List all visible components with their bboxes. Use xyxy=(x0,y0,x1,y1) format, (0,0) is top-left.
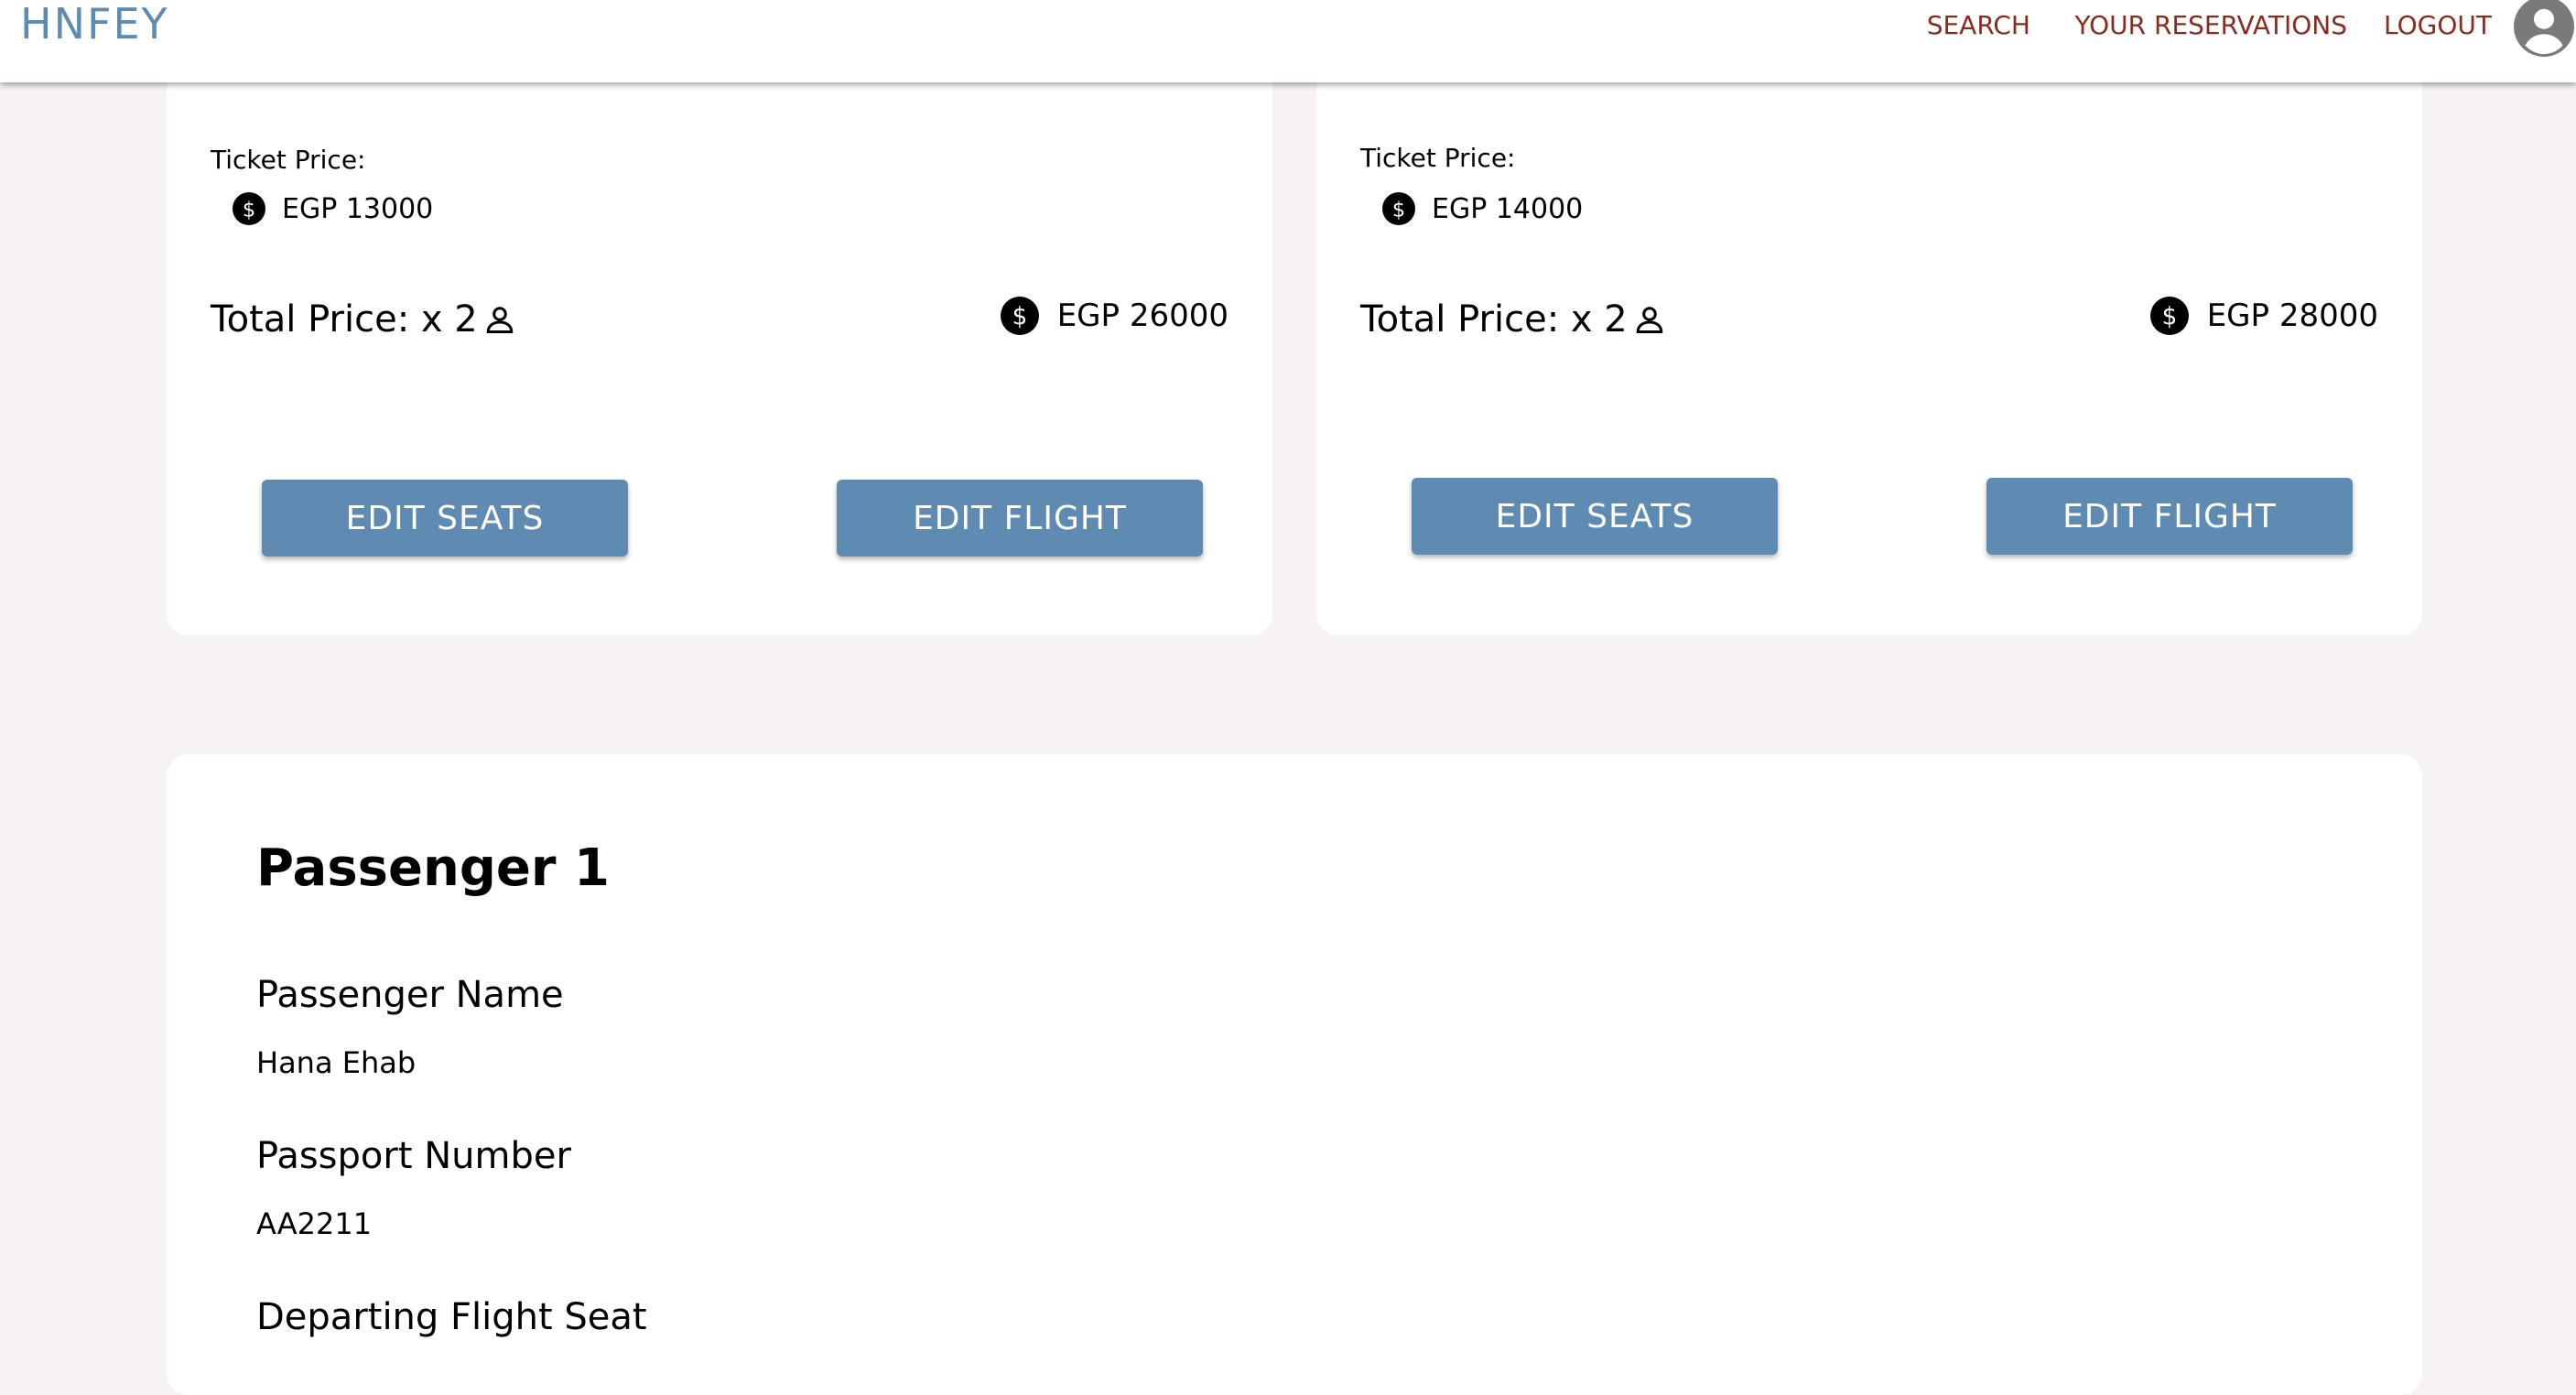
brand-logo[interactable]: HNFEY xyxy=(20,0,169,48)
ticket-price-text: EGP 14000 xyxy=(1432,192,1584,225)
svg-text:$: $ xyxy=(1012,304,1027,331)
ticket-price-label: Ticket Price: xyxy=(1360,143,1516,173)
nav-logout-link[interactable]: LOGOUT xyxy=(2384,9,2492,42)
edit-flight-button[interactable]: EDIT FLIGHT xyxy=(837,480,1203,557)
passenger-title: Passenger 1 xyxy=(256,838,610,898)
edit-seats-button[interactable]: EDIT SEATS xyxy=(1412,478,1778,555)
total-price-label-text: Total Price: x 2 xyxy=(211,298,478,341)
departing-seat-label: Departing Flight Seat xyxy=(256,1296,647,1338)
dollar-circle-icon: $ xyxy=(2149,297,2189,335)
svg-text:$: $ xyxy=(243,198,255,222)
person-icon xyxy=(486,307,514,333)
total-price-label-text: Total Price: x 2 xyxy=(1360,298,1628,341)
total-price-value: $ EGP 26000 xyxy=(1000,297,1228,335)
dollar-circle-icon: $ xyxy=(233,192,265,225)
passport-number-label: Passport Number xyxy=(256,1135,571,1177)
total-price-label: Total Price: x 2 xyxy=(211,298,516,341)
passport-number-value: AA2211 xyxy=(256,1206,373,1241)
total-price-text: EGP 28000 xyxy=(2206,297,2378,334)
user-circle-icon[interactable] xyxy=(2514,0,2574,57)
svg-text:$: $ xyxy=(1392,198,1405,222)
nav-reservations-link[interactable]: YOUR RESERVATIONS xyxy=(2075,9,2347,42)
passenger-name-label: Passenger Name xyxy=(256,974,564,1016)
nav-search-link[interactable]: SEARCH xyxy=(1927,9,2030,42)
dollar-circle-icon: $ xyxy=(1000,297,1039,335)
edit-seats-button[interactable]: EDIT SEATS xyxy=(262,480,628,557)
total-price-label: Total Price: x 2 xyxy=(1360,298,1666,341)
ticket-price-text: EGP 13000 xyxy=(282,192,434,225)
top-navbar: HNFEY SEARCH YOUR RESERVATIONS LOGOUT xyxy=(0,0,2576,82)
passenger-name-value: Hana Ehab xyxy=(256,1045,417,1080)
dollar-circle-icon: $ xyxy=(1382,192,1415,225)
total-price-value: $ EGP 28000 xyxy=(2149,297,2378,335)
svg-text:$: $ xyxy=(2161,304,2177,331)
edit-flight-button[interactable]: EDIT FLIGHT xyxy=(1986,478,2353,555)
flight-card-return: Ticket Price: $ EGP 14000 Total Price: x… xyxy=(1316,37,2422,635)
ticket-price-value: $ EGP 14000 xyxy=(1382,192,1583,225)
nav-links: SEARCH YOUR RESERVATIONS LOGOUT xyxy=(1752,0,2576,57)
flight-card-departing: Ticket Price: $ EGP 13000 Total Price: x… xyxy=(167,37,1272,635)
passenger-card: Passenger 1 Passenger Name Hana Ehab Pas… xyxy=(167,754,2422,1395)
ticket-price-label: Ticket Price: xyxy=(211,145,366,175)
total-price-text: EGP 26000 xyxy=(1056,297,1228,334)
person-icon xyxy=(1636,307,1663,333)
ticket-price-value: $ EGP 13000 xyxy=(233,192,433,225)
